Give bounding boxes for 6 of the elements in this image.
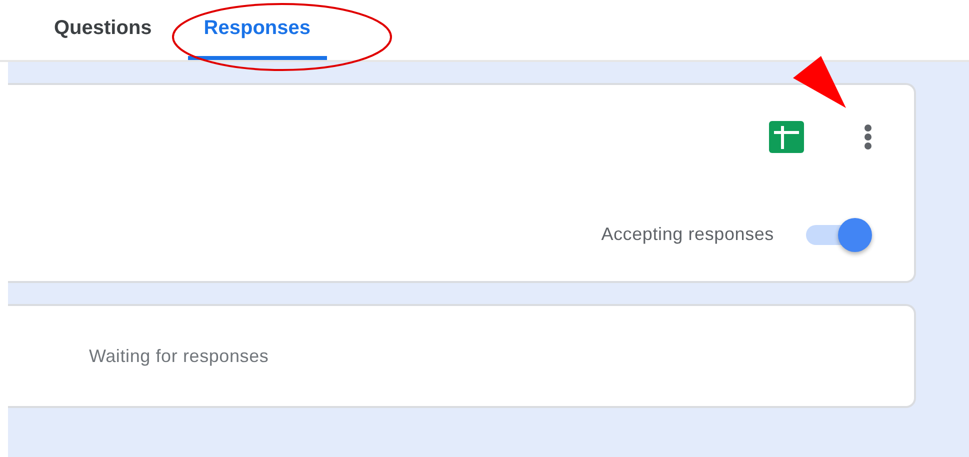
status-text: Waiting for responses (89, 346, 269, 366)
accepting-responses-label: Accepting responses (601, 224, 774, 244)
pointer-arrow (793, 56, 846, 108)
spreadsheet-icon[interactable] (769, 121, 804, 153)
more-options-icon[interactable] (864, 124, 872, 150)
tab[interactable]: Questions (38, 10, 168, 60)
